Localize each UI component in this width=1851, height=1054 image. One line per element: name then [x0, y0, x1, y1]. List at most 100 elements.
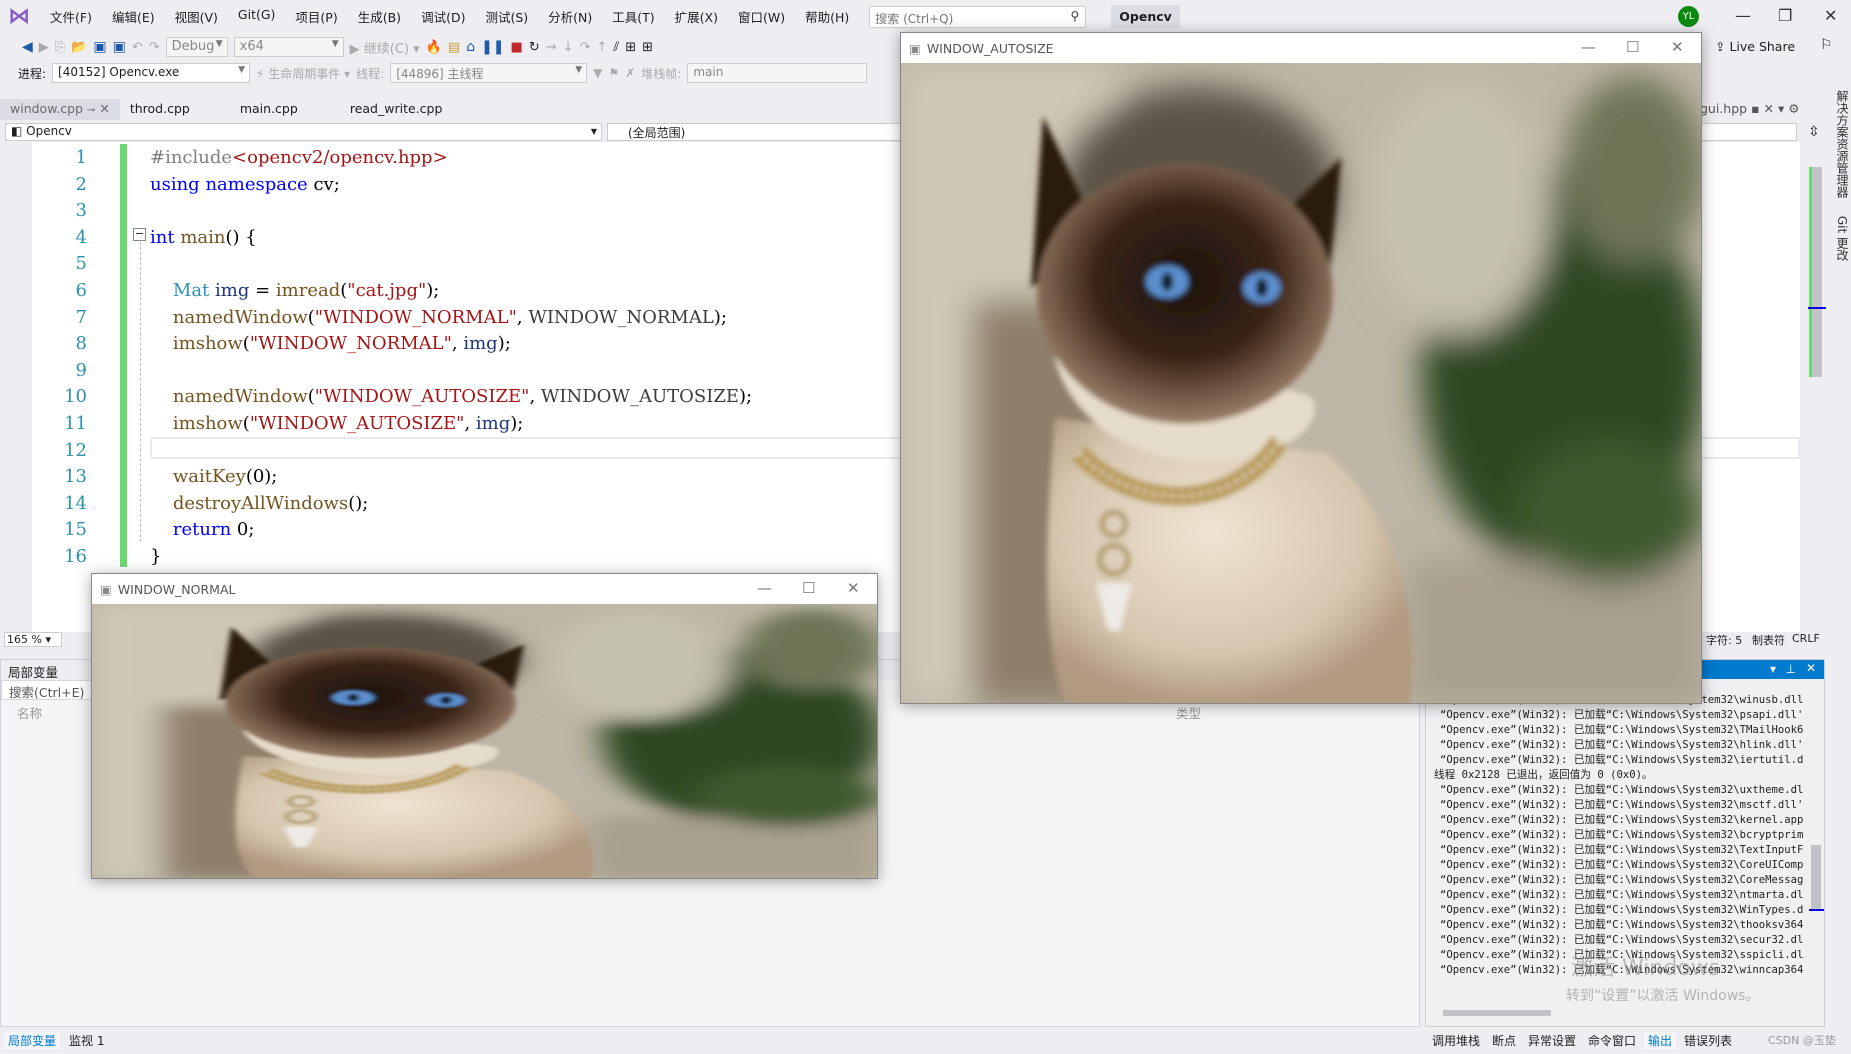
dropdown-icon[interactable]: ▾: [1770, 662, 1776, 676]
output-hscrollbar[interactable]: [1431, 1008, 1806, 1020]
maximize-icon[interactable]: ☐: [802, 579, 815, 597]
code-line[interactable]: Mat img = imread("cat.jpg");: [150, 278, 439, 304]
minimize-icon[interactable]: —: [1735, 6, 1751, 25]
output-vscrollbar[interactable]: [1809, 693, 1824, 993]
redo-icon[interactable]: ↷: [149, 40, 160, 55]
solution-explorer-tab[interactable]: 解决方案资源管理器: [1835, 90, 1849, 198]
flag-icon[interactable]: ⚑: [608, 66, 619, 80]
code-line[interactable]: imshow("WINDOW_AUTOSIZE", img);: [150, 411, 523, 437]
close-tab-icon[interactable]: ✕: [99, 101, 109, 116]
minimize-icon[interactable]: —: [1581, 38, 1596, 56]
code-line[interactable]: using namespace cv;: [150, 172, 340, 198]
close-icon[interactable]: ✕: [1671, 38, 1684, 56]
code-line[interactable]: int main() {: [150, 225, 257, 251]
restart-icon[interactable]: ↻: [529, 40, 540, 55]
breakpoint-layout2-icon[interactable]: ⊞: [642, 40, 653, 55]
code-line[interactable]: namedWindow("WINDOW_AUTOSIZE", WINDOW_AU…: [150, 384, 752, 410]
thread-toggle-icon[interactable]: ✗: [625, 66, 635, 80]
maximize-icon[interactable]: ☐: [1626, 38, 1639, 56]
menu-item[interactable]: Git(G): [228, 7, 286, 26]
save-all-icon[interactable]: ▣: [113, 39, 126, 55]
code-line[interactable]: #include<opencv2/opencv.hpp>: [150, 145, 448, 171]
tab-main-cpp[interactable]: main.cpp: [230, 99, 340, 120]
platform-dropdown[interactable]: x64 ▼: [233, 37, 344, 57]
git-changes-tab[interactable]: Git 更改: [1835, 216, 1849, 261]
menu-item[interactable]: 视图(V): [165, 7, 228, 26]
menu-item[interactable]: 调试(D): [411, 7, 475, 26]
find-file-icon[interactable]: ▤: [448, 40, 460, 55]
menu-item[interactable]: 编辑(E): [102, 7, 165, 26]
code-line[interactable]: imshow("WINDOW_NORMAL", img);: [150, 331, 511, 357]
window-normal[interactable]: ▣ WINDOW_NORMAL — ☐ ✕: [91, 573, 878, 879]
tab-command-window[interactable]: 命令窗口: [1588, 1032, 1636, 1049]
split-icon[interactable]: ⇳: [1808, 124, 1820, 140]
back-icon[interactable]: ◀: [22, 39, 33, 55]
avatar[interactable]: YL: [1678, 6, 1699, 27]
tab-call-stack[interactable]: 调用堆栈: [1432, 1032, 1480, 1049]
menu-item[interactable]: 生成(B): [348, 7, 411, 26]
undo-icon[interactable]: ↶: [132, 40, 143, 55]
menu-item[interactable]: 帮助(H): [795, 7, 859, 26]
menu-item[interactable]: 文件(F): [40, 7, 102, 26]
tab-locals[interactable]: 局部变量: [4, 1032, 61, 1049]
code-line[interactable]: namedWindow("WINDOW_NORMAL", WINDOW_NORM…: [150, 305, 727, 331]
filter-icon[interactable]: ▼: [593, 66, 602, 80]
tab-gui-hpp[interactable]: gui.hpp ▪ ✕ ▾ ⚙: [1700, 101, 1799, 116]
diagnostics-icon[interactable]: ⌂: [466, 39, 475, 55]
tab-exception-settings[interactable]: 异常设置: [1528, 1032, 1576, 1049]
config-dropdown[interactable]: Debug ▼: [165, 37, 228, 57]
code-line[interactable]: }: [150, 544, 161, 570]
menu-item[interactable]: 测试(S): [475, 7, 538, 26]
collapse-icon[interactable]: −: [133, 228, 146, 241]
code-line[interactable]: destroyAllWindows();: [150, 491, 368, 517]
hot-reload-icon[interactable]: 🔥: [426, 40, 442, 55]
tab-throd-cpp[interactable]: throd.cpp: [120, 99, 230, 120]
forward-icon[interactable]: ▶: [39, 40, 49, 55]
window-autosize[interactable]: ▣ WINDOW_AUTOSIZE — ☐ ✕: [900, 32, 1702, 704]
lifecycle-events-button[interactable]: ⚡ 生命周期事件 ▾: [256, 65, 350, 82]
stop-icon[interactable]: ■: [511, 40, 523, 55]
output-text[interactable]: “Opencv.exe”(Win32): 已加载“C:\Windows\Syst…: [1426, 693, 1808, 990]
thread-dropdown[interactable]: [44896] 主线程 ▼: [390, 63, 588, 83]
indent-mode[interactable]: 制表符: [1752, 632, 1785, 648]
column-name[interactable]: 名称: [17, 703, 42, 722]
new-project-icon[interactable]: ⎘: [55, 40, 65, 55]
zoom-dropdown[interactable]: 165 % ▾: [4, 632, 62, 647]
menu-item[interactable]: 窗口(W): [728, 7, 795, 26]
step-over-icon[interactable]: ↷: [580, 40, 591, 55]
continue-button[interactable]: ▶ 继续(C) ▾: [350, 38, 420, 57]
menu-item[interactable]: 项目(P): [285, 7, 347, 26]
show-next-statement-icon[interactable]: →: [546, 40, 557, 55]
process-dropdown[interactable]: [40152] Opencv.exe ▼: [52, 63, 251, 83]
column-type[interactable]: 类型: [1176, 703, 1201, 722]
minimize-icon[interactable]: —: [757, 579, 772, 597]
line-ending[interactable]: CRLF: [1792, 632, 1820, 645]
menu-item[interactable]: 分析(N): [538, 7, 602, 26]
menu-item[interactable]: 工具(T): [602, 7, 664, 26]
window-normal-titlebar[interactable]: ▣ WINDOW_NORMAL — ☐ ✕: [92, 574, 877, 604]
pause-icon[interactable]: ❚❚: [481, 39, 504, 55]
tab-output[interactable]: 输出: [1644, 1032, 1677, 1049]
window-autosize-titlebar[interactable]: ▣ WINDOW_AUTOSIZE — ☐ ✕: [901, 33, 1701, 63]
tab-breakpoints[interactable]: 断点: [1492, 1032, 1516, 1049]
close-icon[interactable]: ✕: [1806, 661, 1816, 675]
step-out-icon[interactable]: ↑: [596, 40, 607, 55]
vertical-scrollbar[interactable]: [1808, 142, 1826, 632]
thread-icon[interactable]: ⫽: [613, 40, 619, 55]
breakpoint-layout-icon[interactable]: ⊞: [625, 40, 636, 55]
tab-watch-1[interactable]: 监视 1: [69, 1032, 104, 1049]
code-line[interactable]: return 0;: [150, 517, 255, 543]
restore-icon[interactable]: ❐: [1778, 6, 1792, 25]
menu-item[interactable]: 扩展(X): [665, 7, 728, 26]
search-input[interactable]: 搜索 (Ctrl+Q) ⚲: [869, 5, 1087, 28]
open-file-icon[interactable]: 📂: [71, 40, 87, 55]
close-icon[interactable]: ✕: [847, 579, 860, 597]
save-icon[interactable]: ▣: [93, 39, 106, 55]
pin-icon[interactable]: ⊸: [87, 105, 95, 116]
project-dropdown[interactable]: ◧ Opencv ▼: [5, 123, 602, 141]
tab-error-list[interactable]: 错误列表: [1684, 1032, 1732, 1049]
code-line[interactable]: waitKey(0);: [150, 464, 277, 490]
column-indicator[interactable]: 字符: 5: [1706, 632, 1742, 648]
stackframe-dropdown[interactable]: main: [687, 63, 868, 83]
step-into-icon[interactable]: ↓: [563, 40, 574, 55]
